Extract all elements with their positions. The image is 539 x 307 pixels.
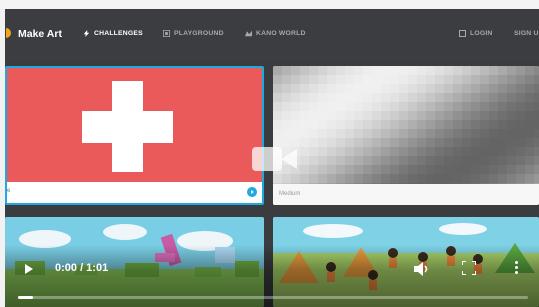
top-navigation-bar: Make Art CHALLENGES PLAYGROUND KANO WORL	[5, 9, 539, 61]
nav-playground[interactable]: PLAYGROUND	[163, 30, 224, 37]
challenge-card-swiss-flag[interactable]: e	[5, 66, 264, 205]
bolt-icon	[83, 30, 90, 37]
card-footer: Medium	[273, 184, 539, 205]
fullscreen-icon[interactable]	[462, 261, 476, 275]
login-button[interactable]: LOGIN	[459, 30, 493, 37]
more-options-icon[interactable]	[515, 261, 519, 275]
video-content: Make Art CHALLENGES PLAYGROUND KANO WORL	[5, 9, 539, 307]
nav-kano-world-label: KANO WORLD	[256, 30, 306, 37]
card-label: Medium	[279, 191, 301, 197]
nav-challenges[interactable]: CHALLENGES	[83, 30, 143, 37]
video-progress-fill	[18, 296, 33, 299]
video-progress-track[interactable]	[18, 296, 528, 299]
kano-world-icon	[245, 30, 252, 37]
logo-icon	[6, 28, 11, 38]
playground-icon	[163, 30, 170, 37]
play-circle-icon[interactable]	[247, 187, 257, 197]
card-footer: e	[7, 182, 262, 203]
signup-label: SIGN U	[514, 30, 539, 37]
video-camera-icon	[252, 144, 298, 174]
login-label: LOGIN	[470, 30, 493, 37]
pixel-gradient-artwork	[273, 66, 539, 184]
signup-button[interactable]: SIGN U	[514, 30, 539, 37]
nav-challenges-label: CHALLENGES	[94, 30, 143, 37]
volume-icon[interactable]	[414, 262, 430, 276]
card-label: e	[7, 188, 11, 194]
play-icon[interactable]	[25, 264, 33, 274]
video-time-display: 0:00 / 1:01	[55, 262, 109, 274]
brand-title[interactable]: Make Art	[18, 28, 62, 40]
login-icon	[459, 30, 466, 37]
flag-cross-vertical	[112, 81, 143, 172]
challenge-card-gradient[interactable]: Medium	[273, 66, 539, 205]
nav-playground-label: PLAYGROUND	[174, 30, 224, 37]
nav-kano-world[interactable]: KANO WORLD	[245, 30, 306, 37]
video-frame: Make Art CHALLENGES PLAYGROUND KANO WORL	[0, 0, 539, 307]
